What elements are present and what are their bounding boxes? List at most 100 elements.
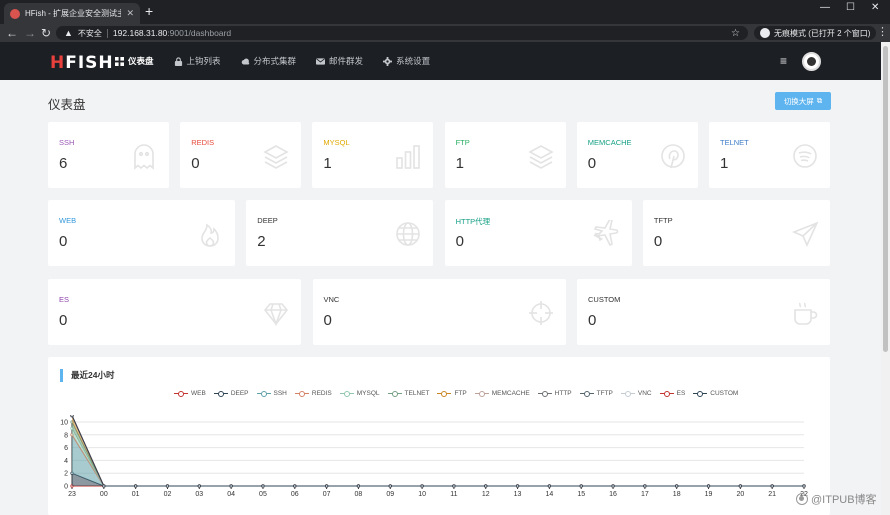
maximize-icon[interactable]: ☐ — [846, 2, 855, 13]
legend-item[interactable]: REDIS — [294, 390, 332, 397]
series-point — [165, 484, 170, 488]
nav-item-2[interactable]: 分布式集群 — [241, 55, 297, 67]
x-tick-label: 12 — [482, 491, 490, 498]
card-value: 0 — [59, 233, 68, 250]
avatar[interactable] — [802, 52, 821, 71]
series-line — [71, 415, 804, 487]
x-tick-label: 23 — [68, 491, 76, 498]
series-point — [579, 484, 583, 488]
legend-item[interactable]: ES — [659, 390, 685, 397]
new-tab-icon[interactable]: + — [145, 4, 153, 18]
stat-card-ftp: FTP 1 — [444, 122, 566, 188]
legend-marker-icon — [339, 390, 354, 397]
nav-item-label: 分布式集群 — [253, 56, 297, 66]
legend-item[interactable]: VNC — [620, 390, 652, 397]
stat-card-tftp: TFTP 0 — [642, 200, 830, 266]
card-value: 0 — [588, 312, 597, 329]
stat-card-web: WEB 0 — [48, 200, 235, 266]
card-label: TELNET — [720, 138, 749, 147]
nav-item-1[interactable]: 上钩列表 — [174, 55, 221, 67]
minimize-icon[interactable]: — — [820, 2, 830, 13]
watermark-logo-icon — [796, 493, 808, 505]
bookmark-star-icon[interactable]: ☆ — [731, 28, 740, 39]
browser-menu-icon[interactable]: ⋮ — [877, 25, 888, 38]
legend-item[interactable]: WEB — [174, 390, 206, 397]
x-tick-label: 19 — [705, 491, 713, 498]
forward-icon[interactable]: → — [24, 25, 36, 41]
switch-bigscreen-button[interactable]: 切换大屏 ⧉ — [775, 92, 831, 110]
stat-card-memcache: MEMCACHE 0 — [576, 122, 698, 188]
series-point — [70, 415, 74, 418]
legend-label: MEMCACHE — [491, 390, 530, 397]
nav-item-4[interactable]: 系统设置 — [383, 55, 430, 67]
legend-item[interactable]: DEEP — [213, 390, 249, 397]
card-label: SSH — [59, 138, 75, 147]
series-point — [325, 484, 329, 488]
series-point — [675, 484, 679, 488]
bar-chart-icon — [394, 142, 422, 170]
card-value: 0 — [59, 312, 68, 329]
reload-icon[interactable]: ↻ — [41, 25, 51, 41]
series-point — [261, 484, 265, 488]
series-area — [72, 428, 804, 486]
series-point — [293, 484, 297, 488]
legend-item[interactable]: TFTP — [579, 390, 613, 397]
x-tick-label: 08 — [355, 491, 363, 498]
divider — [106, 28, 108, 38]
card-label: HTTP代理 — [455, 217, 491, 226]
tab-close-icon[interactable]: ✕ — [126, 8, 134, 19]
series-point — [420, 484, 424, 488]
browser-tab-strip: HFish - 扩展企业安全测试主动诱 ✕ + — ☐ ✕ — [0, 0, 890, 24]
legend-item[interactable]: CUSTOM — [693, 390, 738, 397]
spotify-icon — [791, 142, 819, 170]
nav-item-3[interactable]: 邮件群发 — [316, 55, 363, 67]
nav-item-label: 仪表盘 — [128, 56, 154, 66]
x-tick-label: 05 — [259, 491, 267, 498]
legend-marker-icon — [174, 390, 188, 397]
card-label: VNC — [323, 295, 340, 304]
legend-marker-icon — [387, 390, 402, 397]
stat-card-redis: REDIS 0 — [180, 122, 302, 188]
legend-marker-icon — [213, 390, 228, 397]
address-bar[interactable]: ▲ 不安全 192.168.31.80:9001/dashboard ☆ — [56, 26, 748, 40]
series-point — [102, 484, 106, 488]
crosshair-icon — [527, 299, 555, 327]
nav-item-0[interactable]: 仪表盘 — [115, 55, 154, 67]
y-tick-label: 10 — [60, 420, 68, 427]
legend-item[interactable]: MEMCACHE — [474, 390, 530, 397]
legend-item[interactable]: TELNET — [387, 390, 430, 397]
hamburger-menu-icon[interactable]: ≡ — [780, 55, 787, 67]
x-tick-label: 00 — [100, 491, 108, 498]
incognito-badge[interactable]: 无痕模式 (已打开 2 个窗口) — [754, 26, 877, 40]
series-point — [770, 484, 774, 488]
stat-card-custom: CUSTOM 0 — [577, 279, 830, 345]
y-tick-label: 2 — [64, 471, 68, 478]
legend-marker-icon — [579, 390, 594, 397]
send-icon — [791, 220, 819, 248]
incognito-icon — [760, 28, 770, 38]
series-line — [71, 428, 804, 487]
stat-card-ssh: SSH 6 — [48, 122, 169, 188]
watermark-text: @ITPUB博客 — [811, 494, 877, 506]
not-secure-label: 不安全 — [77, 28, 102, 38]
card-label: FTP — [455, 138, 470, 147]
legend-item[interactable]: SSH — [256, 390, 287, 397]
legend-item[interactable]: HTTP — [537, 390, 572, 397]
scrollbar-thumb[interactable] — [883, 46, 888, 352]
browser-tab[interactable]: HFish - 扩展企业安全测试主动诱 ✕ — [4, 3, 140, 24]
pinterest-icon — [659, 142, 687, 170]
window-close-icon[interactable]: ✕ — [871, 2, 879, 13]
series-point — [706, 484, 711, 488]
legend-item[interactable]: FTP — [437, 390, 467, 397]
legend-label: VNC — [637, 390, 652, 397]
hfish-logo[interactable]: HFISH — [50, 53, 114, 73]
stat-card-mysql: MYSQL 1 — [312, 122, 434, 188]
legend-marker-icon — [659, 390, 674, 397]
series-area — [72, 415, 804, 486]
legend-item[interactable]: MYSQL — [339, 390, 380, 397]
x-tick-label: 06 — [291, 491, 299, 498]
series-line — [71, 415, 804, 487]
legend-label: TELNET — [404, 390, 430, 397]
back-icon[interactable]: ← — [6, 25, 18, 41]
x-tick-label: 04 — [227, 491, 235, 498]
